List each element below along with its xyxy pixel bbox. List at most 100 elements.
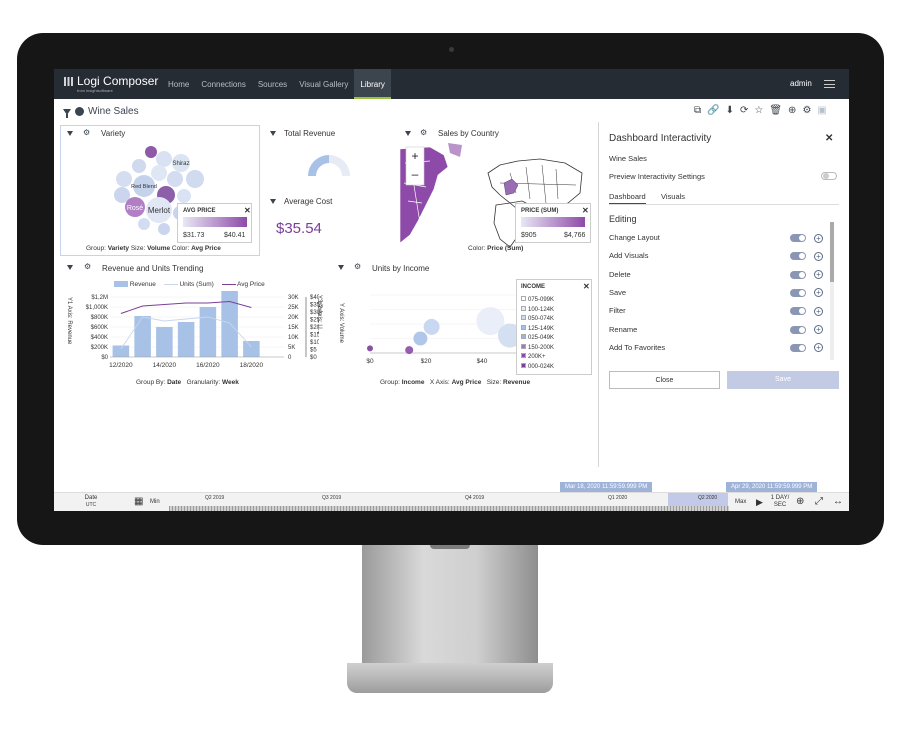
timeline-ticks[interactable] xyxy=(169,506,729,511)
sales-country-title: Sales by Country xyxy=(438,129,499,138)
quarter-label: Q4 2019 xyxy=(465,495,485,501)
save-icon[interactable]: ▣ xyxy=(817,105,826,116)
play-icon[interactable]: ▶ xyxy=(756,497,763,508)
start-date-chip[interactable]: Mar 18, 2020 11:59:59.999 PM xyxy=(560,482,653,492)
nav-visual-gallery[interactable]: Visual Gallery xyxy=(293,69,354,99)
income-legend-item[interactable]: 125-149K xyxy=(521,324,554,335)
add-icon[interactable]: + xyxy=(814,343,823,353)
legend-label: Units (Sum) xyxy=(179,281,214,288)
filter-icon[interactable] xyxy=(270,199,276,204)
filter-icon[interactable] xyxy=(270,131,276,136)
refresh-circle-icon[interactable] xyxy=(75,107,84,116)
revenue-bar xyxy=(199,307,217,357)
close-icon[interactable]: ✕ xyxy=(583,282,590,291)
legend-label: Avg Price xyxy=(237,281,265,288)
permission-toggle[interactable] xyxy=(790,325,806,334)
permission-toggle[interactable] xyxy=(790,307,806,316)
bubble[interactable] xyxy=(132,159,146,173)
settings-icon[interactable]: ⚙ xyxy=(83,128,90,137)
add-icon[interactable]: + xyxy=(814,233,823,243)
filter-icon[interactable] xyxy=(67,265,73,270)
income-legend-item[interactable]: 100-124K xyxy=(521,305,554,316)
filter-icon[interactable] xyxy=(338,265,344,270)
hamburger-menu-icon[interactable] xyxy=(824,80,835,88)
settings-icon[interactable]: ⚙ xyxy=(802,105,811,116)
close-icon[interactable]: ✕ xyxy=(825,133,833,144)
close-icon[interactable]: ✕ xyxy=(244,206,251,215)
legend-gradient xyxy=(521,217,585,227)
add-icon[interactable]: + xyxy=(814,288,823,298)
y1-tick-label: $0 xyxy=(101,355,108,361)
permission-label: Filter xyxy=(609,306,626,316)
end-date-chip[interactable]: Apr 29, 2020 11:59:59.999 PM xyxy=(726,482,818,492)
nav-sources[interactable]: Sources xyxy=(252,69,293,99)
scrollbar-thumb[interactable] xyxy=(830,222,834,282)
permission-toggle[interactable] xyxy=(790,234,806,242)
permission-toggle[interactable] xyxy=(790,252,806,261)
permission-label: Change Layout xyxy=(609,233,660,242)
filter-icon[interactable] xyxy=(63,108,71,118)
y3-tick-label: $15 xyxy=(310,333,319,339)
permission-toggle[interactable] xyxy=(790,343,806,352)
interactivity-panel: Dashboard Interactivity ✕ Wine Sales Pre… xyxy=(598,122,849,467)
calendar-icon[interactable]: ▦ xyxy=(134,496,143,507)
revenue-bar xyxy=(243,341,260,357)
link-icon[interactable]: 🔗 xyxy=(707,105,719,116)
user-menu[interactable]: admin xyxy=(790,79,812,88)
filter-icon[interactable] xyxy=(67,131,73,136)
permission-toggle[interactable] xyxy=(790,288,806,297)
swap-icon[interactable]: ↔ xyxy=(833,496,843,507)
income-legend-item[interactable]: 200K+ xyxy=(521,353,554,363)
legend-title: INCOME xyxy=(521,284,545,290)
tab-visuals[interactable]: Visuals xyxy=(661,192,685,201)
expand-icon[interactable]: ⤢ xyxy=(815,496,823,507)
add-icon[interactable]: + xyxy=(814,251,823,261)
income-legend-item[interactable]: 000-024K xyxy=(521,362,554,373)
app-screen: Logi Composer from insightsoftware Home … xyxy=(54,69,849,511)
star-icon[interactable]: ☆ xyxy=(754,105,763,116)
settings-icon[interactable]: ⚙ xyxy=(420,128,427,137)
close-icon[interactable]: ✕ xyxy=(582,206,589,215)
settings-icon[interactable]: ⚙ xyxy=(84,262,91,271)
save-button[interactable]: Save xyxy=(727,371,839,389)
legend-label: 025-049K xyxy=(528,335,555,341)
add-icon[interactable]: + xyxy=(814,306,823,316)
zoom-in-icon[interactable]: + xyxy=(411,149,418,163)
close-button[interactable]: Close xyxy=(609,371,720,389)
download-icon[interactable]: ⬇ xyxy=(726,105,734,116)
bubble[interactable] xyxy=(116,171,132,187)
layout-icon[interactable]: ⧉ xyxy=(694,105,701,116)
income-legend-item[interactable]: 150-200K xyxy=(521,343,554,354)
min-label: Min xyxy=(150,499,160,505)
bubble[interactable] xyxy=(186,170,204,188)
zoom-out-icon[interactable]: – xyxy=(412,167,419,181)
bubble[interactable] xyxy=(167,171,183,187)
preview-toggle[interactable] xyxy=(821,172,837,180)
bubble[interactable] xyxy=(156,151,172,167)
bubble[interactable] xyxy=(138,218,150,230)
bubble[interactable] xyxy=(158,223,170,235)
nav-home[interactable]: Home xyxy=(162,69,195,99)
nav-library[interactable]: Library xyxy=(354,69,391,99)
speed-label[interactable]: 1 DAY/ SEC xyxy=(769,495,791,509)
bubble[interactable] xyxy=(151,165,167,181)
income-legend-item[interactable]: 025-049K xyxy=(521,334,554,344)
bubble[interactable] xyxy=(145,146,157,158)
y1-tick-label: $200K xyxy=(91,345,108,351)
dashboard-title: Wine Sales xyxy=(88,106,139,117)
filter-icon[interactable] xyxy=(405,131,411,136)
top-navbar: Logi Composer from insightsoftware Home … xyxy=(54,69,849,99)
settings-icon[interactable]: ⚙ xyxy=(354,262,361,271)
revenue-trend-footer: Group By: Date Granularity: Week xyxy=(136,379,239,386)
add-icon[interactable]: ⊕ xyxy=(788,105,796,116)
bubble[interactable] xyxy=(177,189,191,203)
add-icon[interactable]: + xyxy=(814,325,823,334)
refresh-icon[interactable]: ⟳ xyxy=(740,105,748,116)
income-legend-item[interactable]: 050-074K xyxy=(521,315,554,325)
add-icon[interactable]: + xyxy=(814,270,823,280)
zoom-icon[interactable]: ⊕ xyxy=(796,496,804,507)
income-legend-item[interactable]: 075-099K xyxy=(521,296,554,306)
trash-icon[interactable]: 🗑 xyxy=(769,105,782,116)
permission-toggle[interactable] xyxy=(790,270,806,279)
nav-connections[interactable]: Connections xyxy=(195,69,251,99)
